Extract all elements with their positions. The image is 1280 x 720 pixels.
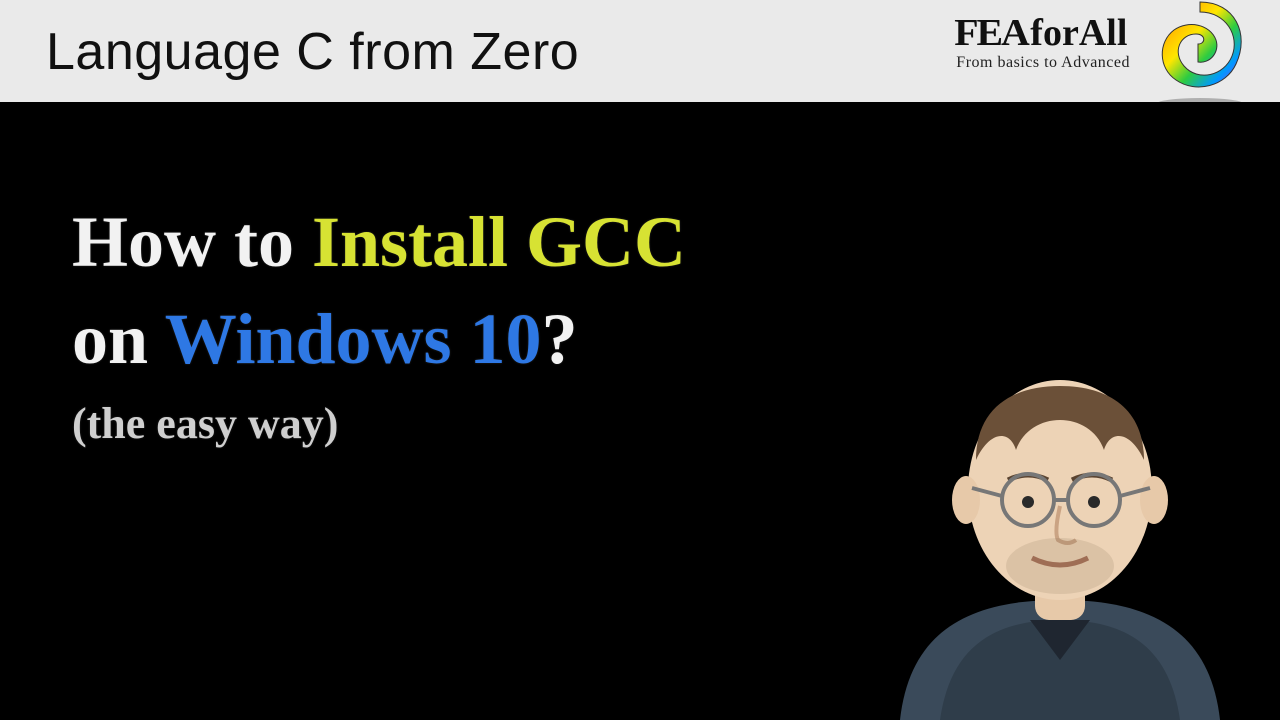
title-line2-qmark: ? <box>542 299 578 379</box>
slide-subtitle: (the easy way) <box>72 394 686 453</box>
slide-title: How to Install GCC on Windows 10? (the e… <box>72 194 686 454</box>
title-line2-highlight: Windows 10 <box>165 299 542 379</box>
brand-fea: FEA <box>955 14 1029 52</box>
course-title: Language C from Zero <box>46 22 579 82</box>
brand-block: FEAforAll From basics to Advanced <box>956 14 1130 72</box>
header-bar: Language C from Zero FEAforAll From basi… <box>0 0 1280 102</box>
brand-tagline: From basics to Advanced <box>956 54 1130 72</box>
title-line-2: on Windows 10? <box>72 291 686 388</box>
brand-name: FEAforAll <box>956 14 1130 52</box>
brand-forall: forAll <box>1026 12 1127 54</box>
title-line1-part1: How to <box>72 202 312 282</box>
title-line-1: How to Install GCC <box>72 194 686 291</box>
title-line1-highlight: Install GCC <box>312 202 686 282</box>
title-line2-part1: on <box>72 299 165 379</box>
slide-body: How to Install GCC on Windows 10? (the e… <box>0 102 1280 720</box>
presenter-photo <box>880 300 1240 720</box>
brand-logo-icon <box>1140 0 1260 112</box>
